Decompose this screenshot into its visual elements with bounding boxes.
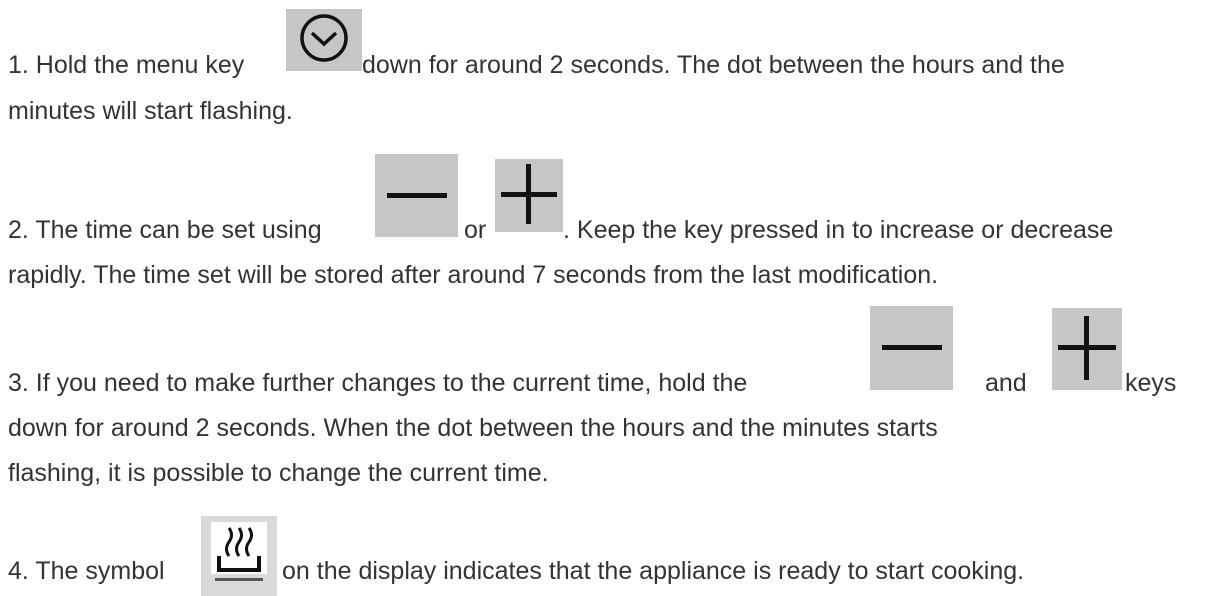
step1-text-line2: minutes will start flashing. — [8, 97, 293, 125]
plus-icon — [495, 159, 563, 232]
step1-text-start: 1. Hold the menu key — [8, 51, 245, 79]
step2-text-or: or — [464, 216, 487, 244]
step3-text-start: 3. If you need to make further changes t… — [8, 369, 748, 397]
step3-text-and: and — [985, 369, 1027, 397]
step3-text-line3: flashing, it is possible to change the c… — [8, 459, 549, 487]
minus-icon — [870, 306, 953, 390]
step2-text-line2: rapidly. The time set will be stored aft… — [8, 261, 939, 289]
step1-text-end: down for around 2 seconds. The dot betwe… — [362, 51, 1065, 79]
step4-text-end: on the display indicates that the applia… — [282, 557, 1025, 585]
plus-icon — [1052, 308, 1122, 390]
step3-text-line2: down for around 2 seconds. When the dot … — [8, 414, 938, 442]
minus-icon — [375, 154, 458, 237]
step2-text-start: 2. The time can be set using — [8, 216, 322, 244]
clock-icon — [286, 9, 362, 71]
steam-symbol-icon — [201, 516, 277, 596]
step4-text-start: 4. The symbol — [8, 557, 165, 585]
step2-text-end: . Keep the key pressed in to increase or… — [563, 216, 1114, 244]
step3-text-end: keys — [1125, 369, 1177, 397]
